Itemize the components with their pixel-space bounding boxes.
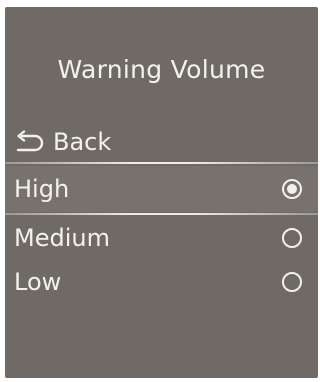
radio-button-selected[interactable] bbox=[282, 179, 302, 199]
page-title: Warning Volume bbox=[57, 55, 266, 84]
option-label: Low bbox=[14, 268, 62, 296]
radio-button[interactable] bbox=[282, 272, 302, 292]
option-low[interactable]: Low bbox=[5, 260, 318, 304]
settings-screen: Warning Volume Back High Medium Low bbox=[5, 7, 318, 378]
back-button[interactable]: Back bbox=[15, 125, 111, 159]
radio-dot bbox=[287, 184, 297, 194]
option-medium[interactable]: Medium bbox=[5, 216, 318, 260]
divider bbox=[5, 213, 318, 215]
option-label: High bbox=[14, 175, 70, 203]
option-label: Medium bbox=[14, 224, 110, 252]
option-high[interactable]: High bbox=[5, 166, 318, 212]
return-arrow-icon bbox=[16, 130, 44, 152]
radio-button[interactable] bbox=[282, 228, 302, 248]
back-label: Back bbox=[53, 128, 112, 156]
divider bbox=[5, 162, 318, 164]
